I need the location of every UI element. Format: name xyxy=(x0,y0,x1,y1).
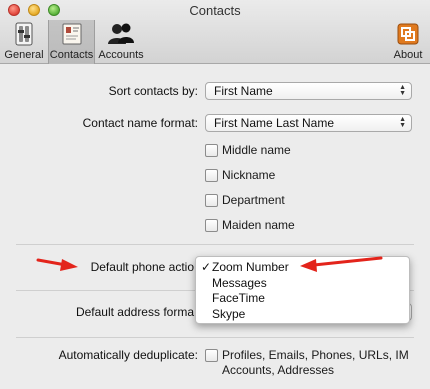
toolbar-general-label: General xyxy=(4,49,44,61)
toolbar-accounts-label: Accounts xyxy=(98,49,144,61)
accounts-people-icon xyxy=(108,23,134,44)
name-format-value: First Name Last Name xyxy=(214,116,335,130)
menu-item-label: FaceTime xyxy=(212,291,265,305)
general-switch-icon xyxy=(15,22,33,46)
menu-item-skype[interactable]: Skype xyxy=(196,307,409,322)
toolbar-contacts-tab[interactable]: Contacts xyxy=(48,20,95,64)
menu-item-label: Skype xyxy=(212,307,246,321)
toolbar-general-tab[interactable]: General xyxy=(3,20,45,64)
maiden-name-checkbox[interactable] xyxy=(205,219,218,232)
section-divider xyxy=(16,244,414,245)
menu-item-messages[interactable]: Messages xyxy=(196,276,409,291)
dedup-label: Automatically deduplicate: xyxy=(58,348,198,362)
checkmark-icon: ✓ xyxy=(201,260,212,274)
sort-contacts-label: Sort contacts by: xyxy=(108,84,198,98)
toolbar-about-tab[interactable]: About xyxy=(390,20,426,64)
toolbar-contacts-label: Contacts xyxy=(49,49,94,61)
app-logo-icon xyxy=(397,23,419,45)
menu-item-label: Messages xyxy=(212,276,267,290)
department-checkbox[interactable] xyxy=(205,194,218,207)
dedup-option-line2: Accounts, Addresses xyxy=(222,363,335,377)
toolbar-accounts-tab[interactable]: Accounts xyxy=(97,20,145,64)
window-title: Contacts xyxy=(189,3,241,18)
nickname-label: Nickname xyxy=(222,168,276,182)
menu-item-zoom-number[interactable]: ✓ Zoom Number xyxy=(196,260,409,275)
nickname-checkbox[interactable] xyxy=(205,169,218,182)
contact-card-icon xyxy=(62,23,81,45)
maiden-name-label: Maiden name xyxy=(222,218,295,232)
phone-action-label: Default phone actio xyxy=(90,260,194,274)
sort-contacts-popup[interactable]: First Name ▲ ▼ xyxy=(205,82,412,100)
sort-contacts-value: First Name xyxy=(214,84,273,98)
dedup-checkbox[interactable] xyxy=(205,349,218,362)
department-label: Department xyxy=(222,193,285,207)
toolbar-about-label: About xyxy=(393,49,423,61)
name-format-label: Contact name format: xyxy=(82,116,198,130)
name-format-popup[interactable]: First Name Last Name ▲ ▼ xyxy=(205,114,412,132)
phone-action-menu[interactable]: ✓ Zoom Number Messages FaceTime Skype xyxy=(195,256,410,324)
menu-item-facetime[interactable]: FaceTime xyxy=(196,291,409,306)
address-format-label: Default address forma xyxy=(75,305,194,319)
middle-name-label: Middle name xyxy=(222,143,291,157)
popup-arrows-icon: ▲▼ xyxy=(399,84,406,97)
popup-arrows-icon: ▲▼ xyxy=(399,116,406,129)
section-divider xyxy=(16,337,414,338)
window-titlebar: Contacts General Contacts Accounts About xyxy=(0,0,430,64)
menu-item-label: Zoom Number xyxy=(212,260,289,274)
middle-name-checkbox[interactable] xyxy=(205,144,218,157)
dedup-option-line1: Profiles, Emails, Phones, URLs, IM xyxy=(222,348,409,362)
